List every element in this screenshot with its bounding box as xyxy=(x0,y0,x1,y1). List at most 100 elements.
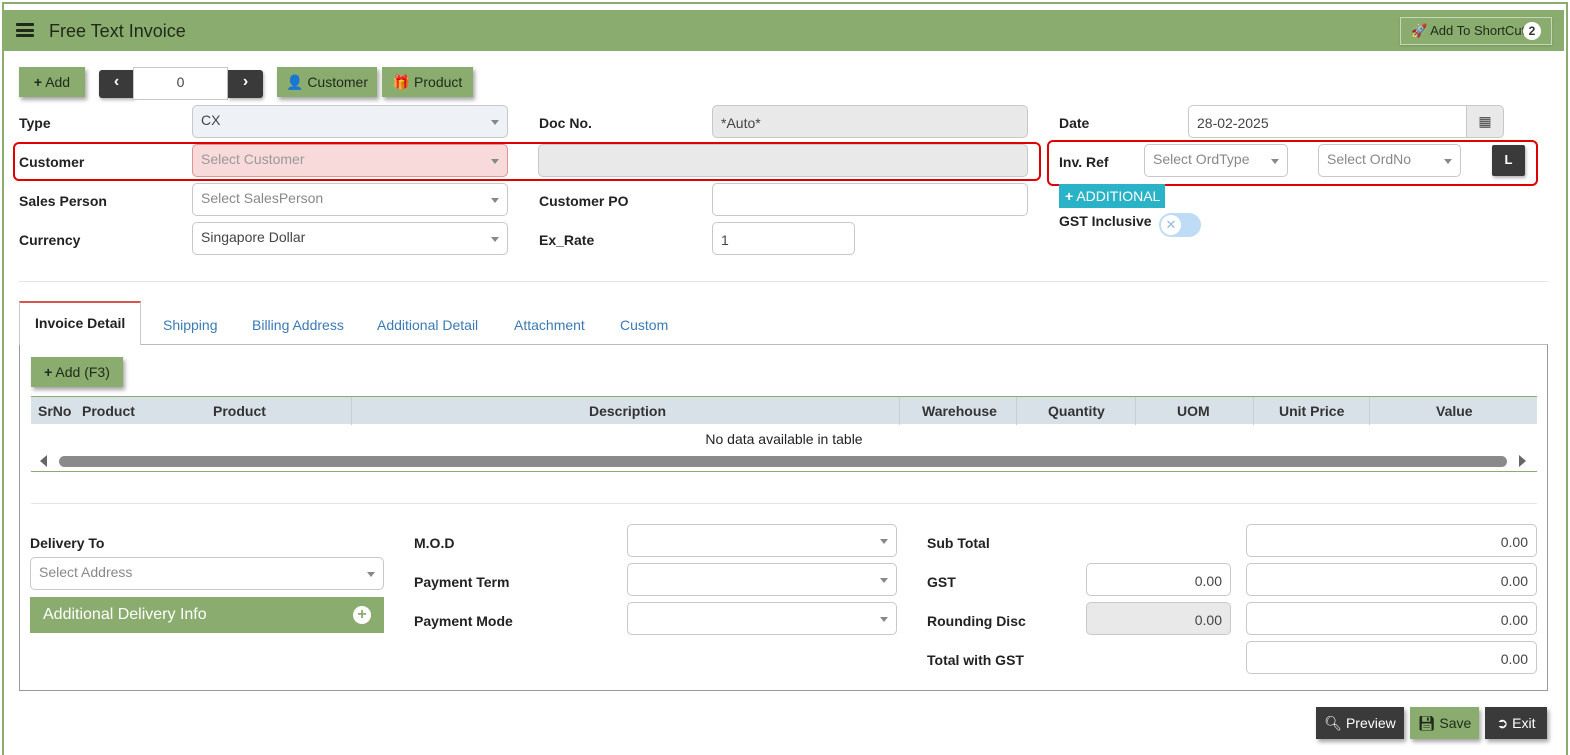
plus-circle-icon: + xyxy=(353,606,371,624)
user-icon: 👤 xyxy=(285,74,304,90)
col-value[interactable]: Value xyxy=(1436,403,1473,419)
column-separator xyxy=(1369,397,1370,425)
salesperson-select[interactable]: Select SalesPerson xyxy=(192,183,508,216)
chevron-left-icon: ‹ xyxy=(113,73,120,90)
search-icon: 🔍︎ xyxy=(1324,715,1343,731)
table-bottom-border xyxy=(31,471,1537,472)
shortcut-count-badge: 2 xyxy=(1523,22,1541,40)
subtotal-label: Sub Total xyxy=(927,535,990,551)
tab-shipping[interactable]: Shipping xyxy=(163,317,218,333)
col-unit-price[interactable]: Unit Price xyxy=(1279,403,1344,419)
col-warehouse[interactable]: Warehouse xyxy=(922,403,997,419)
chevron-down-icon xyxy=(491,120,499,125)
date-input[interactable]: 28-02-2025 xyxy=(1188,105,1467,138)
scroll-left-icon[interactable] xyxy=(40,455,47,467)
product-button[interactable]: 🎁 Product xyxy=(382,67,473,97)
chevron-down-icon xyxy=(491,198,499,203)
tab-billing-address[interactable]: Billing Address xyxy=(252,317,344,333)
column-separator xyxy=(899,397,900,425)
exit-button[interactable]: ➲ Exit xyxy=(1485,707,1547,739)
type-value: CX xyxy=(201,112,221,128)
payment-term-select[interactable] xyxy=(627,563,897,596)
col-quantity[interactable]: Quantity xyxy=(1048,403,1105,419)
docno-label: Doc No. xyxy=(539,115,592,131)
close-icon: ✕ xyxy=(1161,215,1181,235)
tab-invoice-detail[interactable]: Invoice Detail xyxy=(19,301,142,345)
payment-mode-label: Payment Mode xyxy=(414,613,513,629)
chevron-down-icon xyxy=(367,572,375,577)
invref-highlight xyxy=(1047,140,1538,186)
column-separator xyxy=(351,397,352,425)
chevron-down-icon xyxy=(880,539,888,544)
customer-label: Customer xyxy=(19,154,85,170)
total-with-gst-label: Total with GST xyxy=(927,652,1024,668)
customer-button[interactable]: 👤 Customer xyxy=(277,67,377,97)
mod-select[interactable] xyxy=(627,524,897,557)
tab-additional-detail[interactable]: Additional Detail xyxy=(377,317,478,333)
page-title: Free Text Invoice xyxy=(49,21,186,41)
calendar-icon[interactable]: ▦ xyxy=(1466,105,1504,138)
exit-label: Exit xyxy=(1512,715,1536,731)
col-product[interactable]: Product xyxy=(213,403,266,419)
type-select[interactable]: CX xyxy=(192,105,508,138)
hamburger-menu-icon[interactable] xyxy=(16,23,34,37)
ordtype-placeholder: Select OrdType xyxy=(1153,151,1250,167)
preview-label: Preview xyxy=(1345,715,1396,731)
scroll-right-icon[interactable] xyxy=(1519,455,1526,467)
subtotal-field: 0.00 xyxy=(1246,524,1537,557)
col-product-code[interactable]: Product xyxy=(82,403,135,419)
gst-rate-input[interactable]: 0.00 xyxy=(1086,563,1231,596)
additional-label: ADDITIONAL xyxy=(1076,188,1161,204)
ordno-placeholder: Select OrdNo xyxy=(1327,151,1412,167)
customer-placeholder: Select Customer xyxy=(201,151,305,167)
tab-attachment[interactable]: Attachment xyxy=(514,317,585,333)
mod-label: M.O.D xyxy=(414,535,455,551)
preview-button[interactable]: 🔍︎ Preview xyxy=(1316,707,1404,739)
salesperson-placeholder: Select SalesPerson xyxy=(201,190,324,206)
previous-record-button[interactable]: ‹ xyxy=(99,70,134,98)
date-label: Date xyxy=(1059,115,1090,131)
empty-table-message: No data available in table xyxy=(705,431,863,447)
additional-delivery-info-button[interactable]: Additional Delivery Info + xyxy=(30,597,384,633)
horizontal-scrollbar[interactable] xyxy=(59,456,1507,467)
customer-button-label: Customer xyxy=(307,74,368,90)
chevron-down-icon xyxy=(491,237,499,242)
col-description[interactable]: Description xyxy=(589,403,666,419)
column-separator xyxy=(1016,397,1017,425)
l-button[interactable]: L xyxy=(1492,145,1525,176)
next-record-button[interactable]: › xyxy=(228,70,263,98)
chevron-down-icon xyxy=(880,578,888,583)
shortcut-label: Add To ShortCut xyxy=(1430,23,1526,38)
tab-custom[interactable]: Custom xyxy=(620,317,668,333)
chevron-right-icon: › xyxy=(242,73,249,90)
rocket-icon: 🚀 xyxy=(1411,23,1428,38)
add-button[interactable]: + Add xyxy=(19,67,85,97)
salesperson-label: Sales Person xyxy=(19,193,107,209)
ordtype-select[interactable]: Select OrdType xyxy=(1144,144,1288,177)
divider xyxy=(31,503,1537,504)
currency-select[interactable]: Singapore Dollar xyxy=(192,222,508,255)
save-button[interactable]: 💾︎ Save xyxy=(1410,707,1479,739)
rounding-amount-field: 0.00 xyxy=(1246,602,1537,635)
gst-inclusive-toggle[interactable]: ✕ xyxy=(1159,213,1201,237)
ordno-select[interactable]: Select OrdNo xyxy=(1318,144,1461,177)
add-button-label: Add xyxy=(45,74,71,90)
column-separator xyxy=(1253,397,1254,425)
customerpo-input[interactable] xyxy=(712,183,1028,216)
col-uom[interactable]: UOM xyxy=(1177,403,1210,419)
customerpo-label: Customer PO xyxy=(539,193,629,209)
payment-mode-select[interactable] xyxy=(627,602,897,635)
exrate-input[interactable]: 1 xyxy=(712,222,855,255)
gift-icon: 🎁 xyxy=(392,74,411,90)
add-line-button[interactable]: + Add (F3) xyxy=(31,357,123,387)
gst-inclusive-label: GST Inclusive xyxy=(1059,213,1152,229)
customer-select[interactable]: Select Customer xyxy=(192,144,508,177)
chevron-down-icon xyxy=(880,617,888,622)
record-number-input[interactable]: 0 xyxy=(133,67,228,100)
column-separator xyxy=(1135,397,1136,425)
delivery-address-select[interactable]: Select Address xyxy=(30,557,384,590)
col-srno[interactable]: SrNo xyxy=(38,403,71,419)
additional-button[interactable]: + ADDITIONAL xyxy=(1059,184,1165,208)
chevron-down-icon xyxy=(1271,159,1279,164)
address-placeholder: Select Address xyxy=(39,564,133,580)
